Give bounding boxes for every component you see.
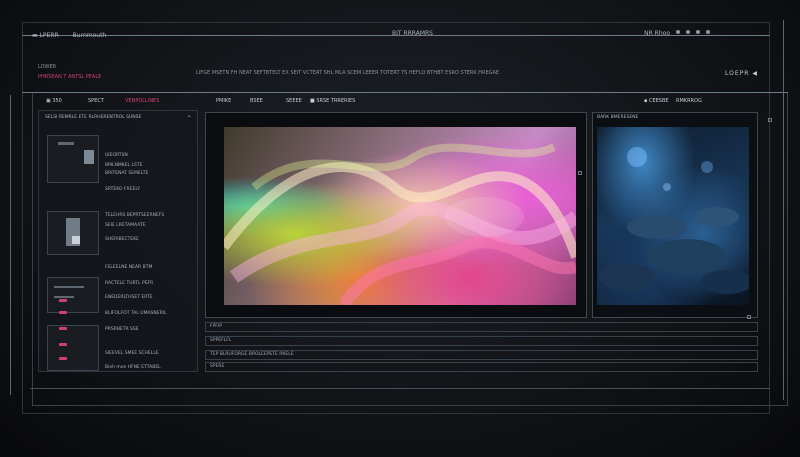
window-titlebar: ▬ LPERR Burnmouth BIT RRRAMRS NR Rhoo xyxy=(22,22,770,48)
pink-tag-4 xyxy=(59,343,67,346)
pink-tag-2 xyxy=(59,311,67,314)
rock-shapes xyxy=(599,147,749,294)
thumbnail-3[interactable] xyxy=(47,277,99,313)
toolbar-item-7[interactable]: ■ SRSE TRRERIES xyxy=(310,98,355,104)
status-row-4: SPERE xyxy=(205,362,758,372)
tab-right-a[interactable]: ▪ CEESBE xyxy=(644,98,669,104)
app-menu-label[interactable]: ▬ LPERR xyxy=(32,32,59,39)
status-label-1: FPFIP xyxy=(210,324,222,329)
toolbar-item-6[interactable]: SEEEE xyxy=(286,98,302,104)
sidebar-close-icon[interactable]: ⌁ xyxy=(187,113,191,120)
sidebar-header: SELSI REMRLE ETE RLRHERENTROL SUNSE xyxy=(45,115,142,120)
address-field[interactable]: LIFGE MSETN FH NEAT SEFTBTELT EX SEIT VC… xyxy=(196,70,499,76)
app-name-label: Burnmouth xyxy=(72,31,107,39)
thumbnail-column xyxy=(47,131,99,371)
location-path[interactable]: PHRSEAN T ANTSL PEALE xyxy=(38,74,101,80)
left-edge-line xyxy=(10,95,11,395)
pink-tag-5 xyxy=(59,357,67,360)
abstract-artwork-image[interactable] xyxy=(224,127,576,305)
swirl-overlay xyxy=(224,143,576,305)
sidebar-item[interactable]: BLIFOLFOT TAL UMASNERIL xyxy=(105,311,167,316)
sidebar-item[interactable]: BMLNMKEL LSTE xyxy=(105,163,142,168)
status-row-3: TEP BLRUFORGE BROLEEPETE RKELE xyxy=(205,350,758,360)
close-icon[interactable] xyxy=(696,30,700,34)
sidebar-item[interactable]: ENEDERLTHSET ERTE xyxy=(105,295,153,300)
resize-handle-icon[interactable] xyxy=(747,315,751,319)
location-label: LOWER xyxy=(38,64,57,70)
status-row-2: SPPEFLFL xyxy=(205,336,758,346)
sidebar-item[interactable]: SEIE LRETAMAATE xyxy=(105,223,146,228)
sidebar-item[interactable]: RACTELE TURTL PEFR xyxy=(105,281,153,286)
status-label-2: SPPEFLFL xyxy=(210,338,232,343)
toolbar-item-2[interactable]: SPECT xyxy=(88,98,104,104)
thumbnail-2[interactable] xyxy=(47,211,99,255)
side-scroll-icon[interactable] xyxy=(768,118,772,122)
status-label-3: TEP BLRUFORGE BROLEEPETE RKELE xyxy=(210,352,294,357)
sidebar-panel: SELSI REMRLE ETE RLRHERENTROL SUNSE ⌁ UI… xyxy=(38,110,198,372)
toolbar-item-4[interactable]: PMIKE xyxy=(216,98,231,104)
sidebar-item[interactable]: BRITENAT SEMELTE xyxy=(105,171,148,176)
right-edge-line xyxy=(783,20,784,400)
toolbar-item-1[interactable]: ▣ 350 xyxy=(46,98,62,104)
maximize-icon[interactable] xyxy=(686,30,690,34)
status-label-4: SPERE xyxy=(210,364,225,369)
bottom-divider xyxy=(30,388,770,389)
scroll-handle-icon[interactable] xyxy=(578,171,582,175)
brand-logo: LOEPR ◀ xyxy=(725,70,758,77)
sidebar-item[interactable]: UIEORTSN xyxy=(105,153,128,158)
toolbar-divider xyxy=(22,92,788,93)
pink-tag-1 xyxy=(59,299,67,302)
thumbnail-4[interactable] xyxy=(47,325,99,371)
underwater-rocks-image[interactable] xyxy=(597,127,749,305)
pink-tag-3 xyxy=(59,327,67,330)
more-icon[interactable] xyxy=(706,30,710,34)
sidebar-item[interactable]: TELEHRS BEPRTSEERNEFS xyxy=(105,213,164,218)
sidebar-item[interactable]: SIEEVEL SMEE SCHELLE xyxy=(105,351,159,356)
address-row: LOWER PHRSEAN T ANTSL PEALE LIFGE MSETN … xyxy=(36,60,766,88)
window-title: BIT RRRAMRS xyxy=(392,30,433,37)
main-image-viewer[interactable] xyxy=(205,112,587,318)
secondary-image-viewer[interactable]: BARK BMERESENE xyxy=(592,112,758,319)
sidebar-item[interactable]: SHERIBECTEKE xyxy=(105,237,139,242)
sidebar-item[interactable]: PRSRBETR SSE xyxy=(105,327,139,332)
toolbar-item-5[interactable]: BSEE xyxy=(250,98,263,104)
toolbar-item-3[interactable]: VENPOLLINES xyxy=(125,98,159,104)
sidebar-item[interactable]: SRTEKO FREELY xyxy=(105,187,140,192)
minimize-icon[interactable] xyxy=(676,30,680,34)
sidebar-item[interactable]: Bieh mve HFNE ETTABEL xyxy=(105,365,161,370)
thumbnail-1[interactable] xyxy=(47,135,99,183)
secondary-viewer-title: BARK BMERESENE xyxy=(597,115,639,120)
sidebar-item[interactable]: FELEELNE NEAR BTM xyxy=(105,265,152,270)
status-row-1: FPFIP xyxy=(205,322,758,332)
tab-right-b[interactable]: RMKRROG xyxy=(676,98,702,104)
window-status-label: NR Rhoo xyxy=(644,30,670,37)
window-controls: NR Rhoo xyxy=(644,30,710,37)
